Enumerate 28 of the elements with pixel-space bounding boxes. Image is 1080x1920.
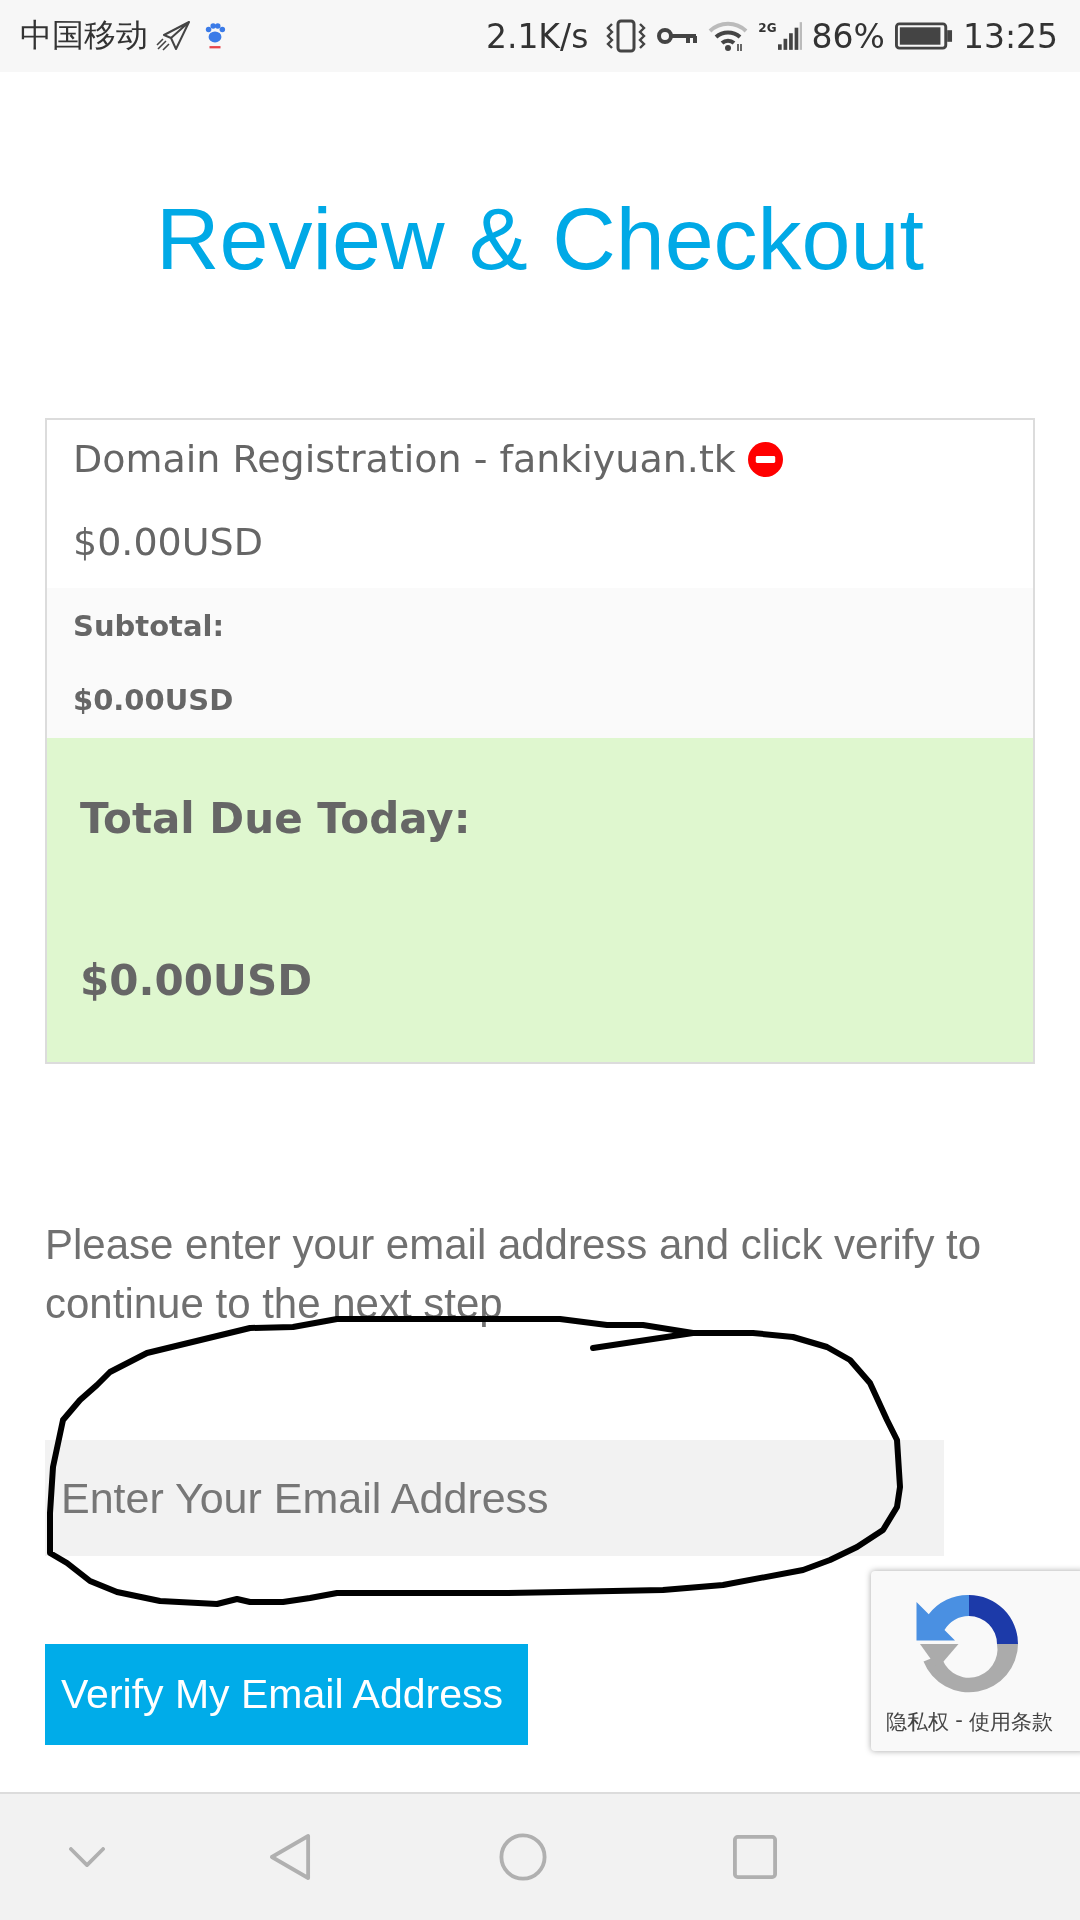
subtotal-label: Subtotal: [73,608,225,645]
recent-apps-icon[interactable] [733,1835,777,1879]
signal-icon [777,22,802,50]
remove-icon[interactable] [747,441,783,477]
battery-percent: 86% [811,16,885,56]
subtotal-amount: $0.00USD [73,682,234,719]
paper-plane-icon [156,21,190,51]
paw-icon [204,22,226,50]
total-due-label: Total Due Today: [80,793,471,845]
page-title: Review & Checkout [155,188,925,290]
back-icon[interactable] [269,1833,311,1881]
carrier-name: 中国移动 [20,15,148,56]
network-type: 2G [758,22,777,34]
privacy-link[interactable]: 隐私权 [886,1708,950,1736]
battery-icon [894,22,953,50]
link-separator: - [955,1708,963,1734]
wifi-icon [708,20,749,52]
clock-time: 13:25 [962,16,1058,56]
home-icon[interactable] [499,1833,547,1881]
key-icon [656,26,699,46]
item-name: Domain Registration - fankiyuan.tk [73,436,736,483]
network-speed: 2.1K/s [485,16,589,56]
chevron-down-icon[interactable] [69,1846,105,1868]
item-price: $0.00USD [73,519,263,566]
terms-link[interactable]: 使用条款 [968,1708,1053,1736]
total-due-amount: $0.00USD [80,955,313,1007]
email-input-field[interactable]: Enter Your Email Address [45,1440,944,1556]
vibrate-icon [606,19,647,53]
